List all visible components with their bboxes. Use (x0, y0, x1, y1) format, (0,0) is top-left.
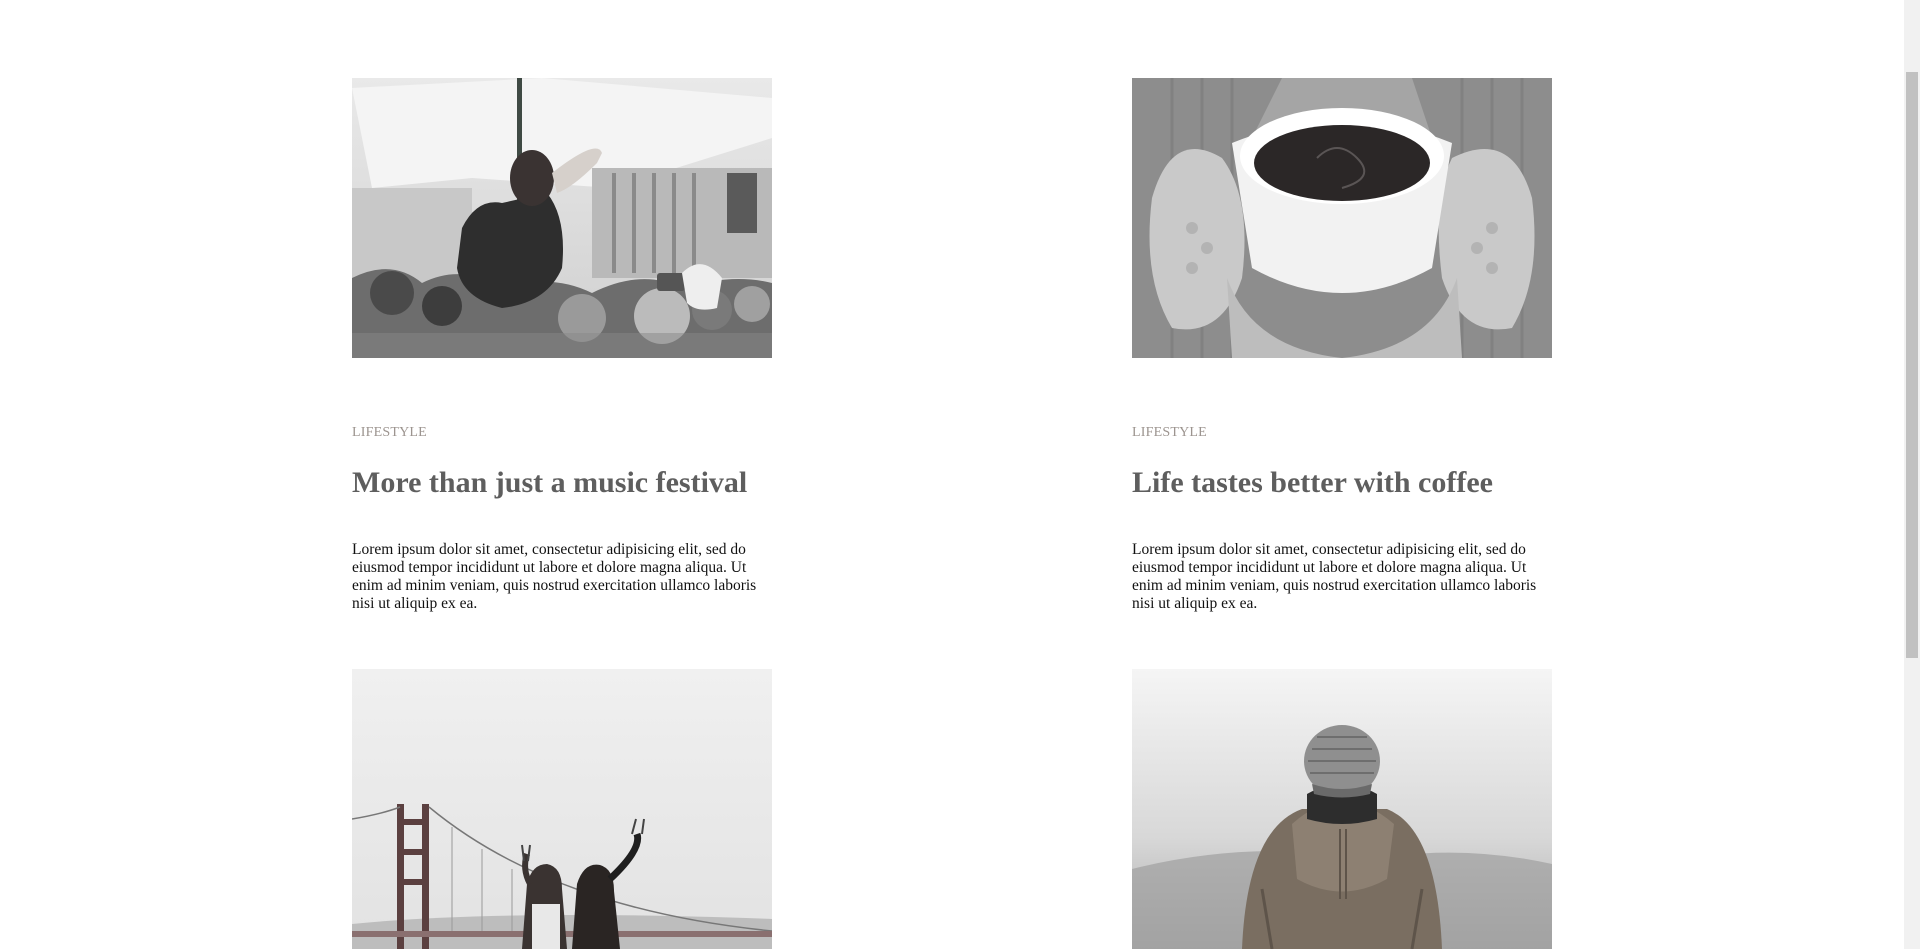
person-beanie-image (1132, 669, 1552, 949)
post-image[interactable] (352, 669, 772, 949)
post-category[interactable]: LIFESTYLE (1132, 425, 1552, 441)
golden-gate-bridge-image (352, 669, 772, 949)
post-card: LIFESTYLE More than just a music festiva… (352, 78, 772, 613)
post-category[interactable]: LIFESTYLE (352, 425, 772, 441)
blog-post-grid: LIFESTYLE More than just a music festiva… (0, 0, 1904, 949)
post-image[interactable] (352, 78, 772, 358)
post-card (1132, 669, 1552, 949)
festival-crowd-image (352, 78, 772, 358)
coffee-mug-image (1132, 78, 1552, 358)
post-card: LIFESTYLE Life tastes better with coffee… (1132, 78, 1552, 613)
post-image[interactable] (1132, 669, 1552, 949)
post-title[interactable]: More than just a music festival (352, 465, 772, 501)
browser-viewport: LIFESTYLE More than just a music festiva… (0, 0, 1920, 949)
post-excerpt: Lorem ipsum dolor sit amet, consectetur … (352, 541, 757, 612)
post-excerpt: Lorem ipsum dolor sit amet, consectetur … (1132, 541, 1537, 612)
scrollbar-thumb[interactable] (1906, 72, 1918, 658)
post-title[interactable]: Life tastes better with coffee (1132, 465, 1552, 501)
post-card (352, 669, 772, 949)
vertical-scrollbar[interactable] (1904, 0, 1920, 949)
post-image[interactable] (1132, 78, 1552, 358)
